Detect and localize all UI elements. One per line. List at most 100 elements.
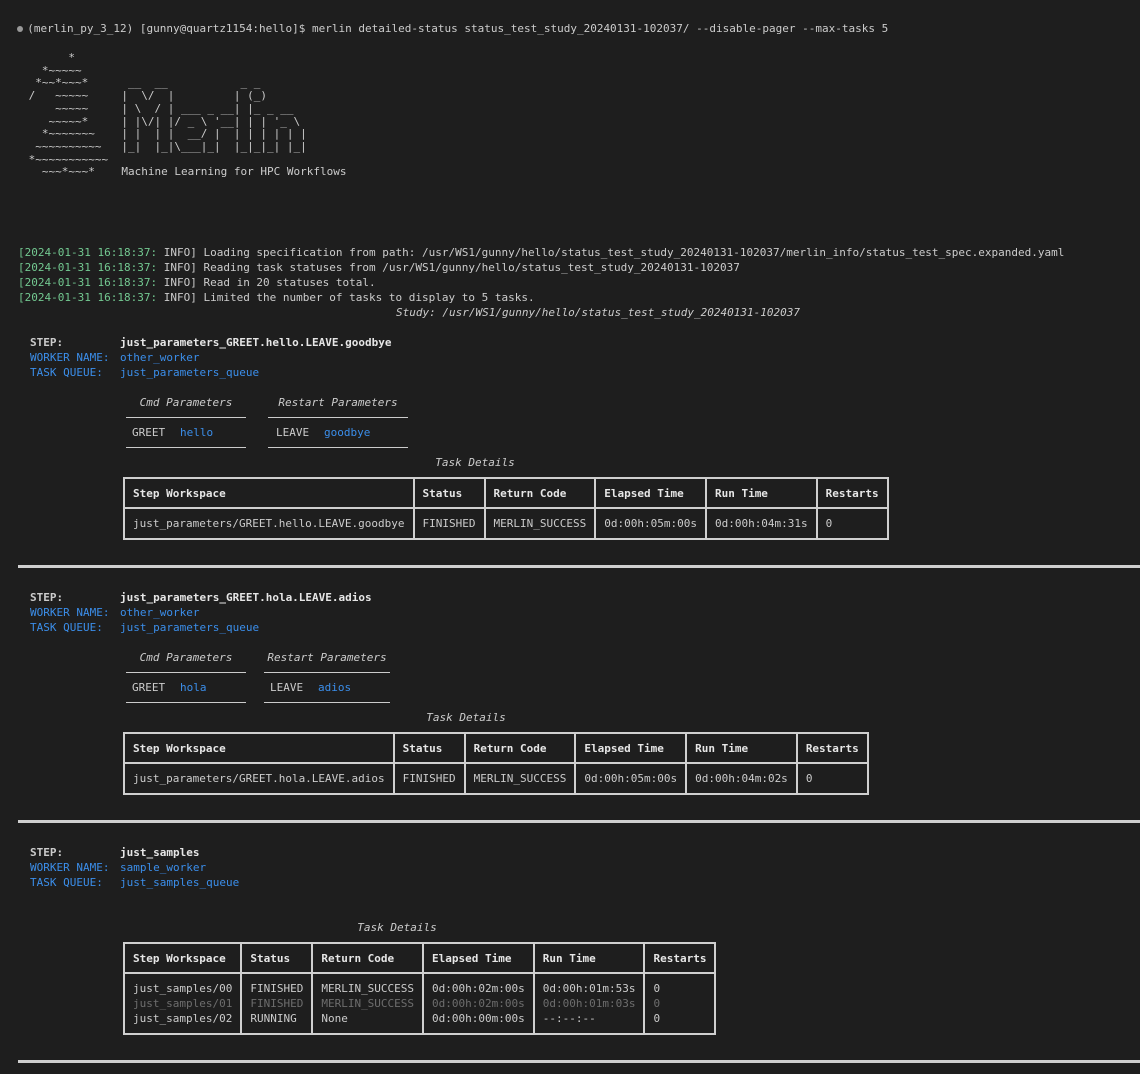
step-label: STEP: [30,846,64,859]
col-run-time-cell: 0d:00h:01m:03s [532,996,646,1011]
task-details-table: Step Workspace Status Return Code Elapsed T… [123,477,889,540]
col-run-time-cell: 0d:00h:04m:31s [704,508,818,539]
table-header-row: Step Workspace Status Return Code Elapsed T… [122,942,717,974]
col-step-workspace-header: Step Workspace [123,732,395,764]
col-step-workspace-header: Step Workspace [122,942,243,974]
col-step-workspace-cell: just_samples/02 [122,1011,243,1034]
table-row: just_samples/00 FINISHED MERLIN_SUCCESS 0d:… [122,973,717,996]
cmd-param-key: GREET [132,426,166,439]
log-timestamp: [2024-01-31 16:18:37: [18,276,158,289]
cmd-params-title: Cmd Parameters [139,651,233,664]
task-details-table: Step Workspace Status Return Code Elapsed T… [123,732,869,795]
step-name: just_samples [120,846,200,859]
col-run-time-cell: 0d:00h:04m:02s [685,763,798,794]
cmd-params-title: Cmd Parameters [139,396,233,409]
restart-param-value: goodbye [324,426,371,439]
col-restarts-header: Restarts [795,732,869,764]
col-return-code-cell: MERLIN_SUCCESS [311,996,425,1011]
queue-name: just_parameters_queue [120,366,260,379]
restart-params-title: Restart Parameters [278,396,398,409]
merlin-ascii-banner: * *~~~~~ *~~*~~~* __ __ _ _ / ~~~~~ | \/… [28,51,347,179]
cmd-params-rule [126,417,246,418]
col-restarts-header: Restarts [815,477,889,509]
log-timestamp: [2024-01-31 16:18:37: [18,246,158,259]
step-name: just_parameters_GREET.hola.LEAVE.adios [120,591,372,604]
task-details-table: Step Workspace Status Return Code Elapsed T… [122,942,717,1035]
col-status-cell: FINISHED [392,763,466,794]
col-elapsed-time-cell: 0d:00h:02m:00s [422,996,535,1011]
col-return-code-cell: MERLIN_SUCCESS [463,763,577,794]
col-return-code-header: Return Code [311,942,425,974]
queue-label: TASK QUEUE: [30,621,103,634]
col-step-workspace-cell: just_samples/00 [122,973,243,996]
col-status-cell: FINISHED [240,973,314,996]
command-text: merlin detailed-status status_test_study… [312,22,889,35]
col-run-time-header: Run Time [532,942,646,974]
col-return-code-cell: MERLIN_SUCCESS [311,973,425,996]
table-header-row: Step Workspace Status Return Code Elapsed T… [123,732,869,764]
log-line: [2024-01-31 16:18:37: INFO] Loading spec… [18,245,1064,260]
col-status-header: Status [392,732,466,764]
section-divider [18,820,1140,823]
col-return-code-header: Return Code [463,732,577,764]
queue-label: TASK QUEUE: [30,366,103,379]
col-restarts-cell: 0 [643,996,717,1011]
log-message: Read in 20 statuses total. [203,276,376,289]
cmd-params-rule-bottom [126,447,246,448]
step-label: STEP: [30,591,64,604]
col-elapsed-time-header: Elapsed Time [422,942,535,974]
cmd-param-key: GREET [132,681,166,694]
table-row: just_parameters/GREET.hola.LEAVE.adios FI… [123,763,869,794]
restart-param-key: LEAVE [270,681,304,694]
shell-prompt: [gunny@quartz1154:hello]$ [139,22,306,35]
log-level: INFO] [163,276,197,289]
col-restarts-cell: 0 [795,763,869,794]
col-step-workspace-cell: just_parameters/GREET.hola.LEAVE.adios [123,763,395,794]
log-message: Reading task statuses from /usr/WS1/gunn… [203,261,740,274]
step-name: just_parameters_GREET.hello.LEAVE.goodby… [120,336,392,349]
cmd-params-rule [126,672,246,673]
task-details-title: Task Details [435,456,515,469]
col-restarts-cell: 0 [643,1011,717,1034]
col-run-time-cell: 0d:00h:01m:53s [532,973,646,996]
prompt-dot-icon [17,26,24,32]
col-status-cell: FINISHED [412,508,486,539]
restart-param-key: LEAVE [276,426,310,439]
col-restarts-cell: 0 [643,973,717,996]
col-elapsed-time-cell: 0d:00h:05m:00s [574,763,688,794]
section-divider [18,1060,1140,1063]
worker-name: other_worker [120,606,200,619]
restart-params-rule [264,672,390,673]
worker-name: sample_worker [120,861,207,874]
col-step-workspace-cell: just_parameters/GREET.hello.LEAVE.goodby… [123,508,415,539]
log-level: INFO] [163,291,197,304]
col-run-time-cell: --:--:-- [532,1011,646,1034]
col-step-workspace-header: Step Workspace [123,477,415,509]
col-elapsed-time-cell: 0d:00h:00m:00s [422,1011,535,1034]
table-row: just_samples/01 FINISHED MERLIN_SUCCESS 0d:… [122,996,717,1011]
queue-name: just_parameters_queue [120,621,260,634]
log-level: INFO] [163,261,197,274]
col-status-cell: RUNNING [240,1011,314,1034]
col-run-time-header: Run Time [704,477,818,509]
queue-label: TASK QUEUE: [30,876,103,889]
log-line: [2024-01-31 16:18:37: INFO] Read in 20 s… [18,275,376,290]
restart-params-rule-bottom [264,702,390,703]
col-elapsed-time-header: Elapsed Time [574,732,688,764]
restart-param-value: adios [318,681,352,694]
col-elapsed-time-cell: 0d:00h:02m:00s [422,973,535,996]
log-timestamp: [2024-01-31 16:18:37: [18,291,158,304]
log-timestamp: [2024-01-31 16:18:37: [18,261,158,274]
log-message: Loading specification from path: /usr/WS… [203,246,1065,259]
col-status-cell: FINISHED [240,996,314,1011]
log-level: INFO] [163,246,197,259]
env-name: (merlin_py_3_12) [27,22,134,35]
section-divider [18,565,1140,568]
worker-label: WORKER NAME: [30,606,110,619]
cmd-params-rule-bottom [126,702,246,703]
col-status-header: Status [240,942,314,974]
table-row: just_parameters/GREET.hello.LEAVE.goodby… [123,508,889,539]
log-line: [2024-01-31 16:18:37: INFO] Reading task… [18,260,740,275]
task-details-title: Task Details [357,921,437,934]
col-elapsed-time-header: Elapsed Time [594,477,707,509]
